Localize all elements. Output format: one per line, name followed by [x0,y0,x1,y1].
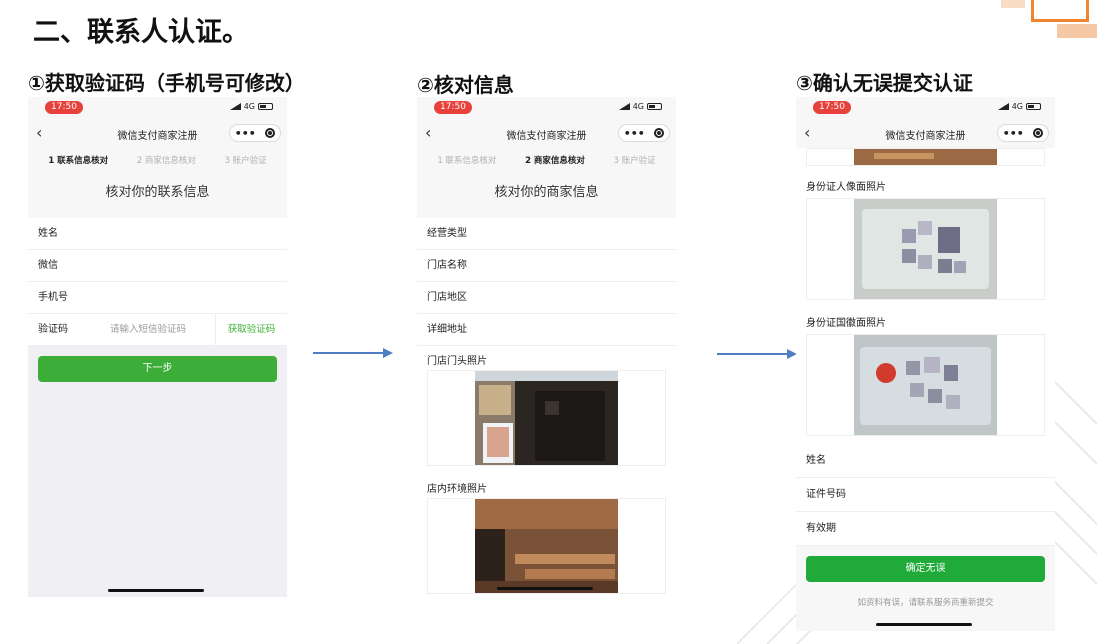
storefront-photo[interactable] [427,370,666,466]
status-bar: 17:50 4G [796,97,1055,119]
step-3: 3 账户验证 [224,155,267,166]
network-label: 4G [632,102,644,111]
id-back-photo[interactable] [806,334,1045,436]
step-3: 3 账户验证 [613,155,656,166]
mini-program-capsule[interactable]: ••• [997,124,1049,142]
network-label: 4G [1011,102,1023,111]
confirm-form: 身份证人像面照片 身份证国徽面照片 姓名 证件号码 有效期 [796,148,1055,546]
arrow-right-icon [717,349,797,359]
section-heading: 核对你的联系信息 [28,171,287,218]
confirm-button[interactable]: 确定无误 [806,556,1045,582]
field-store-region[interactable]: 门店地区 [417,282,676,314]
step3-title: ③确认无误提交认证 [796,71,973,95]
interior-photo[interactable] [427,498,666,594]
more-icon[interactable]: ••• [624,127,645,140]
field-validity[interactable]: 有效期 [796,512,1055,546]
code-input[interactable]: 请输入短信验证码 [110,314,186,346]
national-emblem-icon [876,363,896,383]
interior-photo-label: 店内环境照片 [417,474,676,495]
phone-screen-contact: 17:50 4G ‹ 微信支付商家注册 ••• 1 联系信息核对 2 商家信息核… [28,97,287,597]
home-indicator [497,587,593,590]
section-heading: 核对你的商家信息 [417,171,676,218]
status-bar: 17:50 4G [417,97,676,119]
storefront-photo-label: 门店门头照片 [417,346,676,367]
nav-bar: ‹ 微信支付商家注册 ••• [796,119,1055,148]
nav-bar: ‹ 微信支付商家注册 ••• [28,119,287,148]
step-1: 1 联系信息核对 [48,155,109,166]
close-target-icon[interactable] [654,128,665,138]
close-target-icon[interactable] [265,128,276,138]
get-code-button[interactable]: 获取验证码 [215,314,287,346]
scrolled-photo-edge [806,148,1045,166]
step2-title: ②核对信息 [417,73,514,97]
step-indicator: 1 联系信息核对 2 商家信息核对 3 账户验证 [417,148,676,171]
phone-screen-confirm: 17:50 4G ‹ 微信支付商家注册 ••• 身份证人像面照片 身份证国徽面照… [796,97,1055,631]
next-button[interactable]: 下一步 [38,356,277,382]
scrolled-photo-image [854,149,997,165]
home-indicator [876,623,972,626]
mini-program-capsule[interactable]: ••• [229,124,281,142]
more-icon[interactable]: ••• [1003,127,1024,140]
more-icon[interactable]: ••• [235,127,256,140]
field-business-type[interactable]: 经营类型 [417,218,676,250]
step-2: 2 商家信息核对 [136,155,196,166]
storefront-image [475,371,618,465]
field-wechat[interactable]: 微信 [28,250,287,282]
corner-decoration [987,0,1097,40]
status-bar: 17:50 4G [28,97,287,119]
battery-icon [1026,103,1041,110]
field-phone[interactable]: 手机号 [28,282,287,314]
step-1: 1 联系信息核对 [437,155,497,166]
id-front-photo[interactable] [806,198,1045,300]
signal-icon [618,103,630,110]
id-front-image [854,199,997,299]
field-id-number[interactable]: 证件号码 [796,478,1055,512]
field-store-name[interactable]: 门店名称 [417,250,676,282]
field-name[interactable]: 姓名 [28,218,287,250]
step-2: 2 商家信息核对 [525,155,585,166]
step1-title: ①获取验证码（手机号可修改） [28,71,305,95]
interior-image [475,499,618,593]
contact-form: 姓名 微信 手机号 验证码 请输入短信验证码 获取验证码 [28,218,287,346]
network-label: 4G [243,102,255,111]
code-label: 验证码 [38,324,68,335]
field-name[interactable]: 姓名 [796,444,1055,478]
arrow-right-icon [313,348,393,358]
close-target-icon[interactable] [1033,128,1044,138]
status-time: 17:50 [813,101,851,114]
slide-title: 二、联系人认证。 [33,17,249,48]
id-front-label: 身份证人像面照片 [796,170,1055,194]
id-back-label: 身份证国徽面照片 [796,304,1055,330]
signal-icon [229,103,241,110]
correction-note: 如资料有误，请联系服务商重新提交 [857,598,994,608]
step-indicator: 1 联系信息核对 2 商家信息核对 3 账户验证 [28,148,287,171]
field-code-row: 验证码 请输入短信验证码 获取验证码 [28,314,287,346]
nav-bar: ‹ 微信支付商家注册 ••• [417,119,676,148]
phone-screen-merchant: 17:50 4G ‹ 微信支付商家注册 ••• 1 联系信息核对 2 商家信息核… [417,97,676,595]
status-time: 17:50 [45,101,83,114]
status-time: 17:50 [434,101,472,114]
field-address[interactable]: 详细地址 [417,314,676,346]
merchant-form: 经营类型 门店名称 门店地区 详细地址 门店门头照片 店内环境照片 [417,218,676,595]
mini-program-capsule[interactable]: ••• [618,124,670,142]
signal-icon [997,103,1009,110]
battery-icon [647,103,662,110]
id-back-image [854,335,997,435]
battery-icon [258,103,273,110]
home-indicator [108,589,204,592]
